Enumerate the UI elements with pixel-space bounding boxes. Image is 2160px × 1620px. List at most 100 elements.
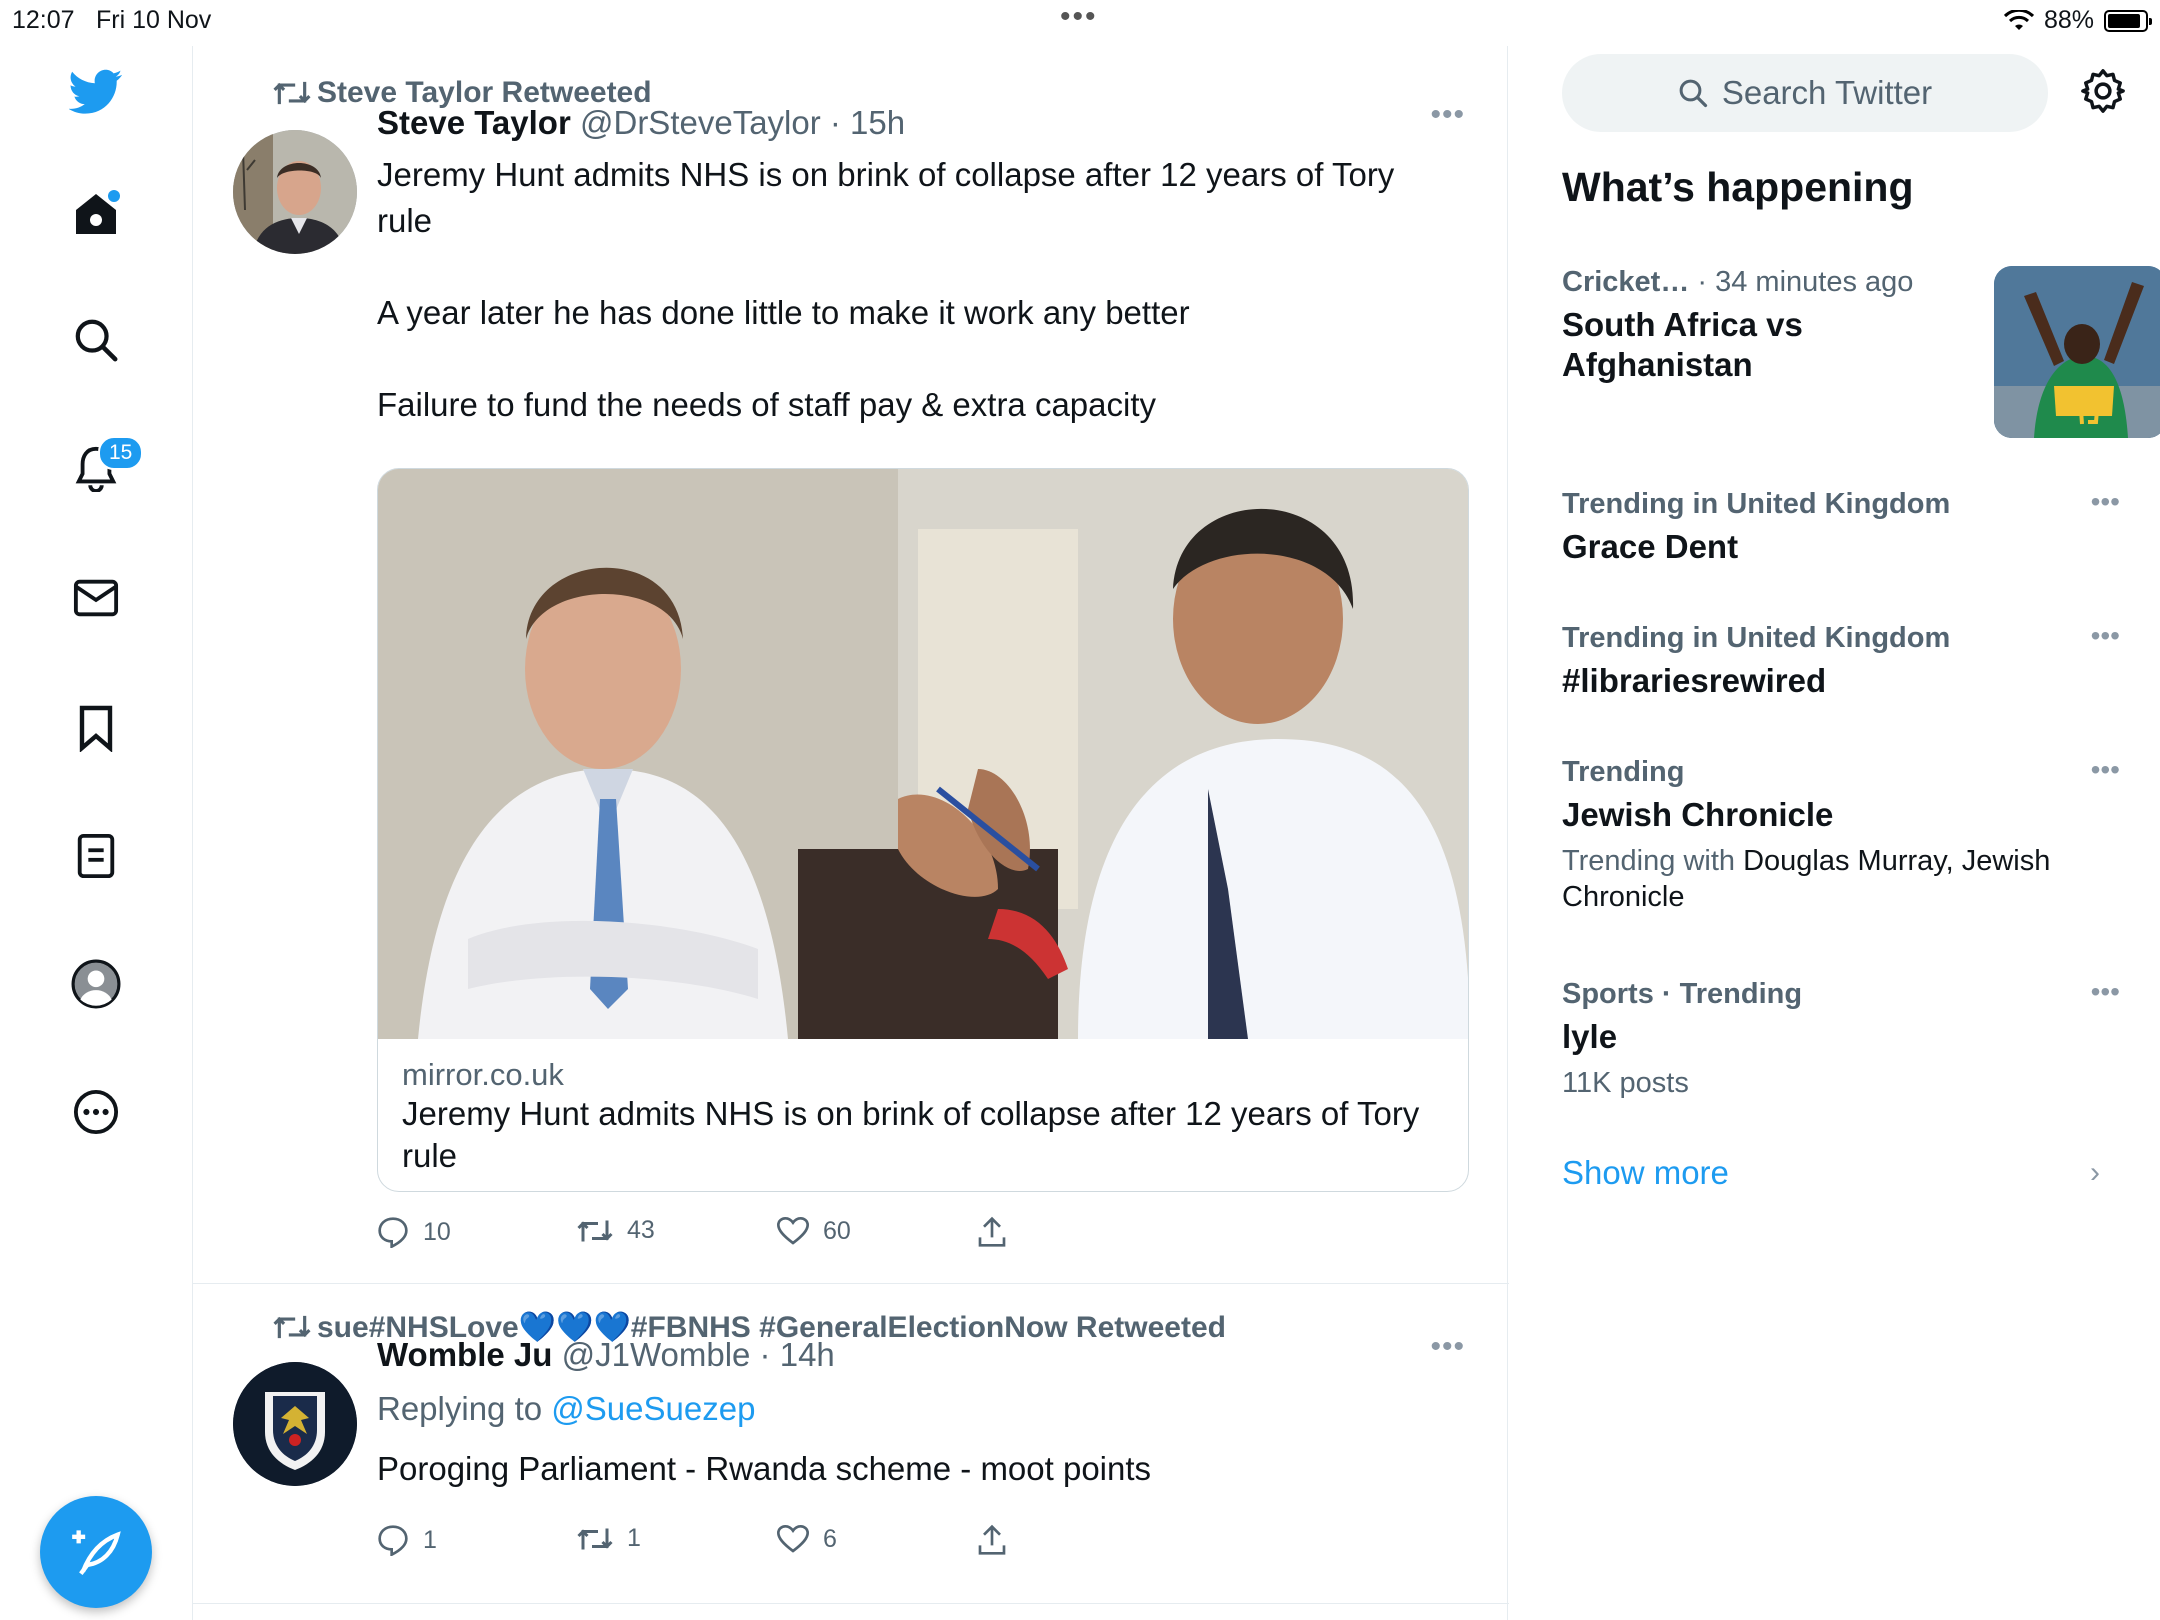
compose-tweet-button[interactable] xyxy=(40,1496,152,1608)
display-name[interactable]: Steve Taylor xyxy=(377,104,571,141)
retweet-button[interactable]: 43 xyxy=(577,1216,655,1245)
link-card[interactable]: mirror.co.uk Jeremy Hunt admits NHS is o… xyxy=(377,468,1469,1192)
trend-context: Trending in United Kingdom xyxy=(1562,488,1951,520)
reply-icon xyxy=(378,1217,408,1248)
messages-envelope-icon[interactable] xyxy=(66,568,126,628)
reply-count: 1 xyxy=(423,1525,437,1554)
home-icon[interactable] xyxy=(66,184,126,244)
retweet-button[interactable]: 1 xyxy=(577,1524,641,1553)
trend-context: Sports · Trending xyxy=(1562,978,1803,1010)
share-icon xyxy=(978,1216,1006,1247)
trend-context: Trending xyxy=(1562,756,1685,788)
tweet-text-line: Failure to fund the needs of staff pay &… xyxy=(377,386,1157,423)
like-count: 60 xyxy=(823,1216,851,1245)
twitter-logo-icon[interactable] xyxy=(66,62,126,122)
trend-thumbnail xyxy=(1994,266,2160,438)
trend-item[interactable]: Trending in United Kingdom #librariesrew… xyxy=(1562,622,2122,701)
trend-name: Grace Dent xyxy=(1562,528,1739,565)
battery-icon xyxy=(2104,9,2152,32)
link-title: Jeremy Hunt admits NHS is on brink of co… xyxy=(402,1095,1420,1174)
notifications-badge: 15 xyxy=(98,436,144,470)
retweet-icon xyxy=(273,1315,311,1339)
status-bar: 12:07 Fri 10 Nov ••• 88% xyxy=(0,0,2160,40)
section-title: What’s happening xyxy=(1562,164,1914,210)
timestamp[interactable]: 14h xyxy=(780,1336,835,1373)
tweet-text: Poroging Parliament - Rwanda scheme - mo… xyxy=(377,1450,1152,1487)
trend-post-count: 11K posts xyxy=(1562,1067,1689,1099)
trend-item[interactable]: Trending in United Kingdom Grace Dent xyxy=(1562,488,2122,567)
timeline: Steve Taylor Retweeted Steve Taylor @DrS… xyxy=(192,46,1509,1620)
sidebar: Search Twitter What’s happening Cricket…… xyxy=(1510,40,2160,1620)
search-placeholder: Search Twitter xyxy=(1721,74,1933,111)
tweet-text-line: Jeremy Hunt admits NHS is on brink of co… xyxy=(377,156,1395,239)
retweet-icon xyxy=(577,1220,613,1241)
handle[interactable]: @J1Womble xyxy=(562,1336,751,1373)
replying-to-handle[interactable]: @SueSuezep xyxy=(551,1390,755,1427)
retweet-icon xyxy=(273,81,311,105)
trend-name: Jewish Chronicle xyxy=(1562,796,1834,833)
clock: 12:07 xyxy=(12,6,75,34)
share-button[interactable] xyxy=(977,1216,1007,1248)
search-icon xyxy=(1679,79,1707,108)
settings-gear-icon[interactable] xyxy=(2080,68,2126,119)
trend-category: Cricket… xyxy=(1562,266,1690,298)
tweet-header: Steve Taylor @DrSteveTaylor · 15h xyxy=(377,104,906,141)
trend-item[interactable]: Cricket… · 34 minutes ago South Africa v… xyxy=(1562,266,2160,438)
trend-context: Trending in United Kingdom xyxy=(1562,622,1951,654)
show-more-link[interactable]: Show more xyxy=(1562,1154,1729,1192)
compose-feather-icon xyxy=(72,1530,121,1575)
search-input[interactable]: Search Twitter xyxy=(1562,54,2048,132)
reply-count: 10 xyxy=(423,1217,451,1246)
trend-name: lyle xyxy=(1562,1018,1618,1055)
reply-icon xyxy=(378,1525,408,1556)
search-icon[interactable] xyxy=(66,310,126,370)
home-unread-dot xyxy=(108,190,120,202)
replying-to-label: Replying to xyxy=(377,1390,543,1427)
replying-to: Replying to @SueSuezep xyxy=(377,1386,1427,1432)
tweet-text-line: A year later he has done little to make … xyxy=(377,294,1190,331)
timestamp[interactable]: 15h xyxy=(850,104,905,141)
retweet-icon xyxy=(577,1528,613,1549)
profile-avatar-icon[interactable] xyxy=(66,954,126,1014)
display-name[interactable]: Womble Ju xyxy=(377,1336,552,1373)
trend-more-icon[interactable]: ••• xyxy=(2091,754,2120,786)
avatar[interactable] xyxy=(233,130,357,254)
chevron-right-icon: › xyxy=(2090,1156,2100,1189)
tweet-more-icon[interactable]: ••• xyxy=(1430,1330,1465,1364)
multitasking-handle[interactable]: ••• xyxy=(1060,0,1098,34)
battery-percent: 88% xyxy=(2043,6,2094,34)
trend-sub-prefix: Trending with xyxy=(1562,845,1736,877)
like-count: 6 xyxy=(823,1524,837,1553)
avatar[interactable] xyxy=(233,1362,357,1486)
trend-subtitle: Trending with Douglas Murray, Jewish Chr… xyxy=(1562,843,2122,915)
trend-name: #librariesrewired xyxy=(1562,662,1827,699)
lists-icon[interactable] xyxy=(66,826,126,886)
wifi-icon xyxy=(2003,9,2034,30)
notifications-bell-icon[interactable]: 15 xyxy=(66,436,144,498)
share-button[interactable] xyxy=(977,1524,1007,1556)
bookmarks-icon[interactable] xyxy=(66,698,126,758)
tweet[interactable]: Steve Taylor Retweeted Steve Taylor @DrS… xyxy=(193,46,1509,1284)
handle[interactable]: @DrSteveTaylor xyxy=(580,104,821,141)
reply-button[interactable]: 1 xyxy=(377,1524,437,1556)
retweet-count: 1 xyxy=(627,1524,641,1552)
trend-item[interactable]: Sports · Trending lyle 11K posts xyxy=(1562,978,2122,1101)
date: Fri 10 Nov xyxy=(96,6,212,34)
trend-more-icon[interactable]: ••• xyxy=(2091,620,2120,652)
trend-more-icon[interactable]: ••• xyxy=(2091,976,2120,1008)
reply-button[interactable]: 10 xyxy=(377,1216,451,1248)
left-nav: 15 xyxy=(0,40,192,1620)
trend-item[interactable]: Trending Jewish Chronicle Trending with … xyxy=(1562,756,2122,915)
like-button[interactable]: 6 xyxy=(777,1524,837,1554)
heart-icon xyxy=(777,1216,809,1245)
tweet[interactable]: sue#NHSLove💙💙💙#FBNHS #GeneralElectionNow… xyxy=(193,1284,1509,1604)
more-options-icon[interactable] xyxy=(66,1082,126,1142)
trend-more-icon[interactable]: ••• xyxy=(2091,486,2120,518)
status-indicators: 88% xyxy=(2003,6,2152,35)
trend-name: South Africa vs Afghanistan xyxy=(1562,306,1803,383)
like-button[interactable]: 60 xyxy=(777,1216,851,1246)
trend-time: 34 minutes ago xyxy=(1715,266,1914,298)
link-card-meta: mirror.co.uk Jeremy Hunt admits NHS is o… xyxy=(378,1039,1468,1191)
tweet-text: Jeremy Hunt admits NHS is on brink of co… xyxy=(377,152,1427,428)
tweet-more-icon[interactable]: ••• xyxy=(1430,98,1465,132)
